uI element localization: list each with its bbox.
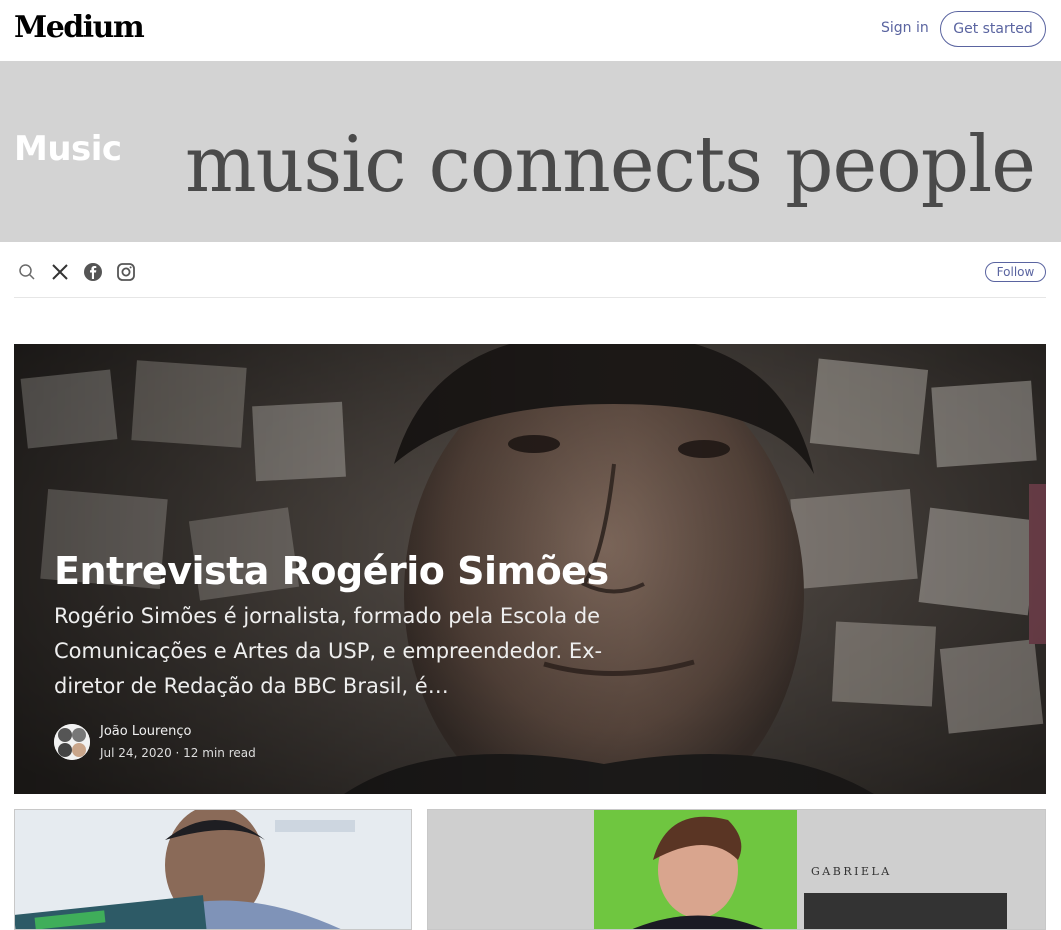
story-meta: Jul 24, 2020 · 12 min read bbox=[100, 746, 256, 760]
featured-story-title[interactable]: Entrevista Rogério Simões bbox=[54, 549, 609, 593]
sign-in-link[interactable]: Sign in bbox=[881, 20, 929, 36]
publication-banner: Music music connects people bbox=[0, 61, 1061, 242]
story-card[interactable]: GABRIELA bbox=[427, 809, 1046, 930]
author-avatar[interactable] bbox=[54, 724, 90, 760]
follow-button[interactable]: Follow bbox=[985, 262, 1046, 282]
banner-lettering: music connects people bbox=[185, 120, 1036, 210]
featured-story[interactable]: Entrevista Rogério Simões Rogério Simões… bbox=[14, 344, 1046, 794]
medium-logo[interactable]: Medium bbox=[14, 10, 145, 45]
search-icon[interactable] bbox=[14, 259, 40, 285]
story-card[interactable] bbox=[14, 809, 412, 930]
instagram-icon[interactable] bbox=[113, 259, 139, 285]
author-name[interactable]: João Lourenço bbox=[100, 724, 191, 739]
top-nav: Medium Sign in Get started bbox=[0, 0, 1061, 61]
story-card-image bbox=[428, 810, 1045, 929]
story-card-image bbox=[15, 810, 411, 929]
divider bbox=[14, 297, 1046, 298]
get-started-button[interactable]: Get started bbox=[940, 11, 1046, 47]
card-image-label: GABRIELA bbox=[811, 865, 892, 878]
publication-name[interactable]: Music bbox=[14, 129, 122, 169]
social-links bbox=[14, 258, 146, 286]
x-icon[interactable] bbox=[47, 259, 73, 285]
featured-story-subtitle[interactable]: Rogério Simões é jornalista, formado pel… bbox=[54, 599, 614, 704]
facebook-icon[interactable] bbox=[80, 259, 106, 285]
banner-text: music connects people bbox=[185, 120, 1035, 210]
